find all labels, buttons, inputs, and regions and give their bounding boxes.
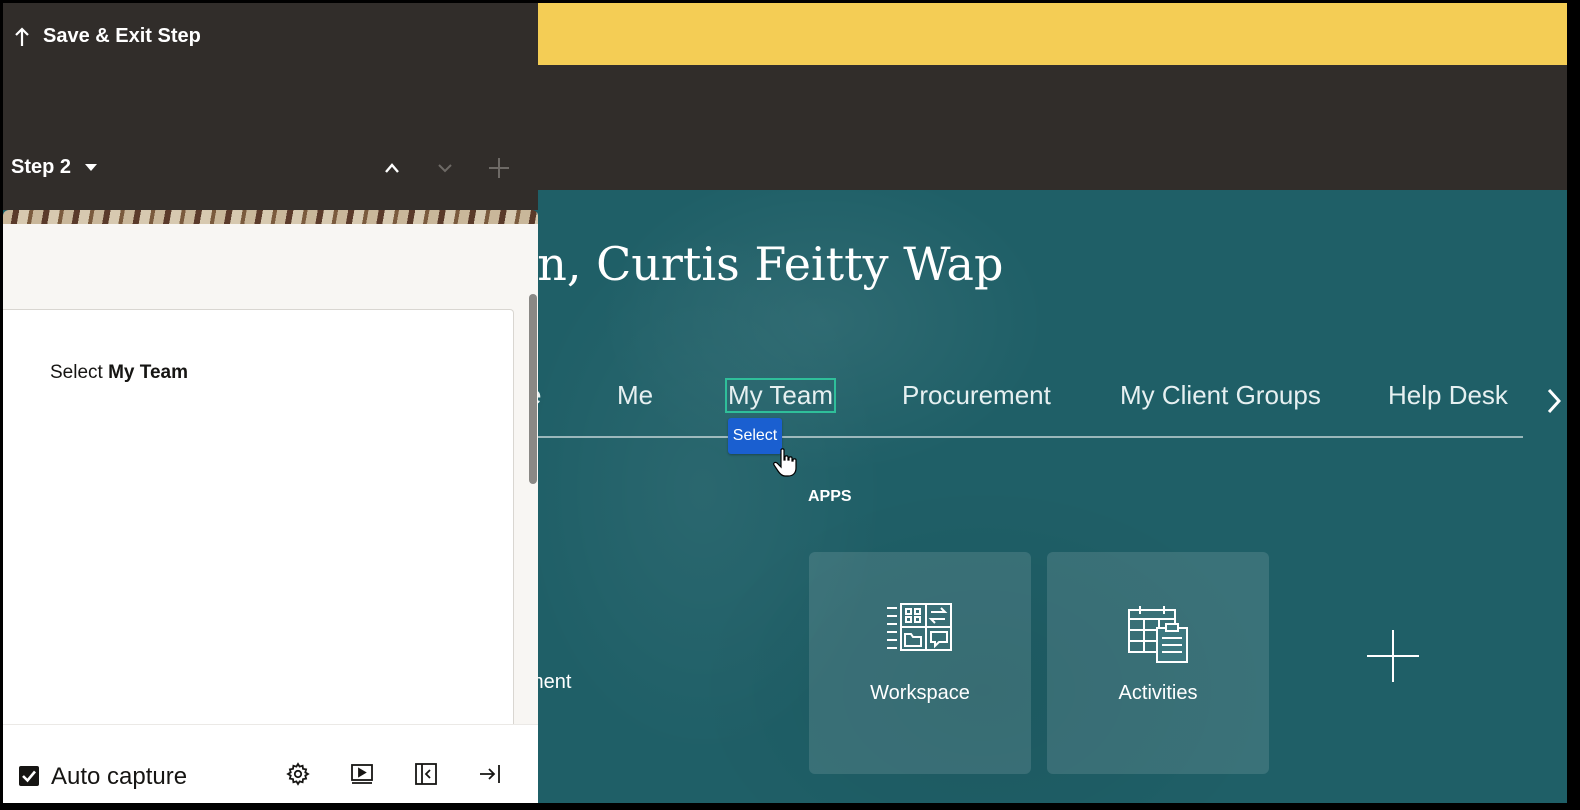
add-app-plus-icon[interactable] — [1367, 630, 1419, 682]
nav-tab-help-desk[interactable]: Help Desk — [1388, 380, 1508, 411]
auto-capture-label: Auto capture — [51, 763, 188, 790]
save-exit-step-button[interactable]: Save & Exit Step — [15, 25, 201, 48]
apps-heading: APPS — [808, 488, 852, 505]
chevron-down-icon[interactable] — [430, 153, 460, 183]
step-label: Step 2 — [11, 156, 72, 178]
checkmark-icon — [22, 770, 36, 783]
activities-icon — [1128, 606, 1188, 663]
hand-cursor-icon — [773, 448, 797, 477]
decorative-art-strip — [3, 210, 538, 224]
step-dropdown[interactable]: Step 2 — [11, 156, 98, 179]
chevron-right-icon[interactable] — [1547, 388, 1562, 421]
arrow-up-icon — [15, 26, 29, 46]
step-content-card: Select My Team — [3, 309, 514, 726]
recorder-footer: Auto capture — [3, 724, 538, 803]
recorder-panel: Save & Exit Step Step 2 Select My Team A… — [3, 3, 538, 803]
play-preview-icon[interactable] — [350, 762, 374, 786]
step-instruction: Select My Team — [50, 362, 188, 384]
workspace-app-card[interactable]: Workspace — [809, 552, 1031, 774]
instruction-prefix: Select — [50, 362, 103, 383]
workspace-label: Workspace — [870, 682, 970, 704]
nav-divider — [403, 436, 1523, 438]
recorder-header: Save & Exit Step Step 2 — [3, 3, 538, 210]
add-step-plus-icon[interactable] — [484, 153, 514, 183]
screen-frame: ernoon, Curtis Feitty Wap e Me My Team P… — [3, 3, 1567, 803]
exit-recorder-icon[interactable] — [478, 762, 502, 786]
caret-down-icon — [85, 163, 98, 171]
nav-tab-my-team[interactable]: My Team — [725, 378, 836, 413]
instruction-target: My Team — [108, 362, 188, 383]
activities-label: Activities — [1118, 682, 1198, 704]
save-exit-label: Save & Exit Step — [43, 25, 201, 47]
gear-icon[interactable] — [286, 762, 310, 786]
auto-capture-checkbox[interactable] — [19, 766, 39, 786]
workspace-icon — [887, 603, 952, 651]
nav-tab-me[interactable]: Me — [617, 380, 653, 411]
activities-app-card[interactable]: Activities — [1047, 552, 1269, 774]
nav-tab-procurement[interactable]: Procurement — [902, 380, 1051, 411]
collapse-panel-icon[interactable] — [414, 762, 438, 786]
nav-tab-my-client-groups[interactable]: My Client Groups — [1120, 380, 1321, 411]
recorder-body: Select My Team — [3, 224, 538, 726]
panel-scrollbar[interactable] — [529, 294, 537, 484]
chevron-up-icon[interactable] — [377, 153, 407, 183]
